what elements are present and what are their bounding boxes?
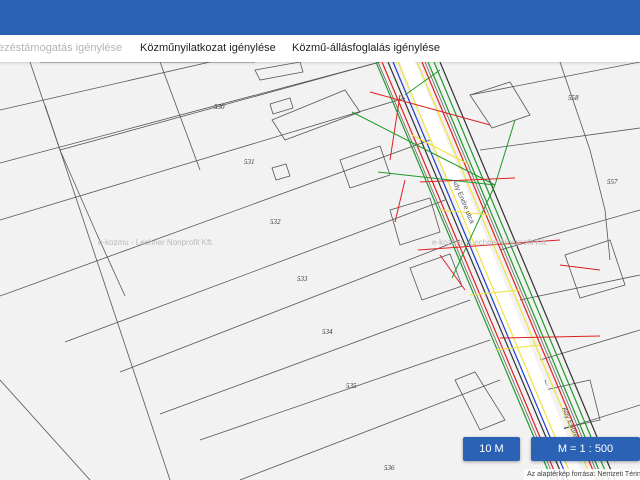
parcel-label: 535	[346, 382, 357, 390]
road-surface	[400, 62, 585, 480]
tab-utility-statement[interactable]: Közműnyilatkozat igénylése	[140, 35, 276, 62]
parcel-label: 557	[607, 178, 618, 186]
parcel-label: 534	[322, 328, 333, 336]
app-header-bar	[0, 0, 640, 35]
parcel-label: 531	[244, 158, 255, 166]
parcel-label: 558	[568, 94, 579, 102]
map-attribution: Az alaptérkép forrása: Nemzeti Térinform…	[524, 469, 640, 480]
tab-bar: ezéstámogatás igénylése Közműnyilatkozat…	[0, 35, 640, 63]
tab-funding-request[interactable]: ezéstámogatás igénylése	[0, 35, 122, 62]
service-connections	[351, 69, 601, 351]
parcel-label: 532	[270, 218, 281, 226]
parcel-label: 536	[384, 464, 395, 472]
parcel-label: 530	[214, 103, 225, 111]
map-canvas[interactable]: 530 531 532 533 534 535 536 557 558 e-ko…	[0, 62, 640, 480]
scale-distance-button[interactable]: 10 M	[463, 437, 520, 461]
tab-utility-position[interactable]: Közmű-állásfoglalás igénylése	[292, 35, 440, 62]
map-watermark: e-kozmu - Lechner Nonprofit Kft.	[98, 238, 214, 247]
map-watermark: e-kozmu - Lechner Nonprofit Kft.	[432, 238, 548, 247]
parcel-label: 533	[297, 275, 308, 283]
scale-ratio-button[interactable]: M = 1 : 500	[531, 437, 640, 461]
